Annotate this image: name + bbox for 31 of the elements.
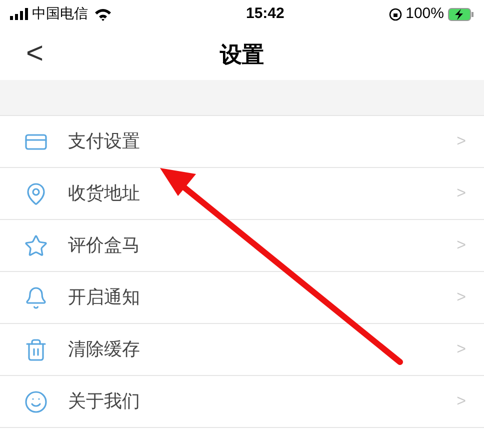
settings-row[interactable]: 开启通知 > [0, 272, 484, 324]
row-label: 收货地址 [68, 182, 140, 206]
settings-row[interactable]: 关于我们 > [0, 376, 484, 428]
chevron: > [456, 184, 466, 204]
back-button[interactable]: < [26, 39, 44, 69]
row-label: 支付设置 [68, 130, 140, 154]
chevron: > [456, 340, 466, 360]
trash-icon [24, 338, 48, 362]
signal-icon [10, 8, 28, 20]
chevron: > [456, 392, 466, 412]
wifi-icon [94, 8, 112, 20]
row-label: 评价盒马 [68, 234, 140, 258]
chevron: > [456, 132, 466, 152]
star-icon [24, 234, 48, 258]
battery-icon [448, 8, 474, 20]
chevron: > [456, 288, 466, 308]
page-title: 设置 [220, 40, 264, 68]
carrier-name: 中国电信 [32, 4, 88, 24]
row-label: 关于我们 [68, 390, 140, 414]
bell-icon [24, 286, 48, 310]
settings-row[interactable]: 支付设置 > [0, 116, 484, 168]
settings-row[interactable]: 清除缓存 > [0, 324, 484, 376]
smile-icon [24, 390, 48, 414]
clock: 15:42 [246, 4, 284, 24]
map-pin-icon [24, 182, 48, 206]
chevron: > [456, 236, 466, 256]
rotation-lock-icon [388, 8, 402, 20]
row-label: 清除缓存 [68, 338, 140, 362]
battery-percent: 100% [406, 4, 444, 24]
settings-row[interactable]: 评价盒马 > [0, 220, 484, 272]
row-label: 开启通知 [68, 286, 140, 310]
